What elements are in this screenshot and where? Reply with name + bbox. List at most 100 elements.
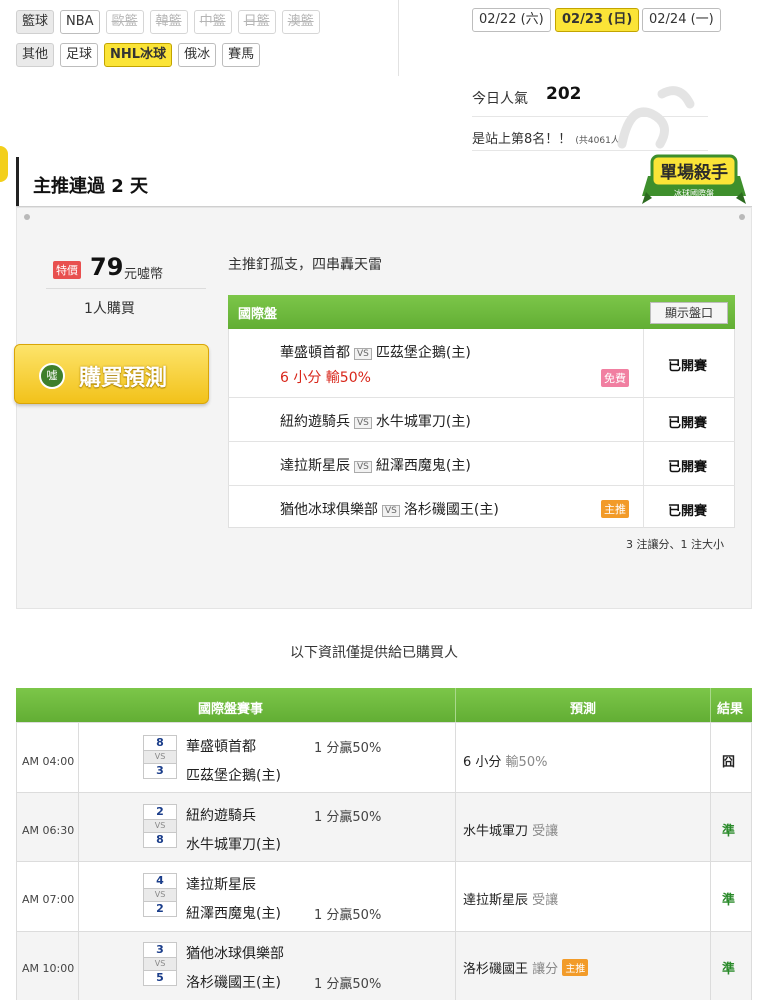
nav-item-horse-racing[interactable]: 賽馬 (222, 43, 261, 67)
header-divider (398, 0, 399, 76)
main-pick-badge: 主推 (562, 959, 589, 976)
odds-result: 1 分贏50% (314, 741, 382, 756)
home-team: 匹茲堡企鵝(主) (186, 768, 281, 784)
show-odds-button[interactable]: 顯示盤口 (650, 302, 728, 324)
away-score: 3 (143, 942, 177, 958)
score-box: 8 VS 3 (143, 735, 177, 779)
section-marker (0, 146, 8, 182)
nav-item-australia-basketball: 澳籃 (281, 10, 320, 34)
price-divider (46, 288, 206, 289)
home-score: 5 (143, 970, 177, 986)
prediction: 水牛城軍刀 受讓 (463, 824, 559, 839)
score-box: 3 VS 5 (143, 942, 177, 986)
panel-rivet-right (739, 214, 745, 220)
popularity-label: 今日人氣 (472, 91, 528, 107)
match-time: AM 07:00 (22, 893, 75, 906)
vs-icon: VS (354, 417, 372, 429)
away-team: 紐約遊騎兵 (186, 808, 256, 824)
nav-row-other: 其他 足球 NHL冰球 俄冰 賽馬 (16, 43, 261, 67)
vs-icon: VS (143, 889, 177, 901)
table-row (16, 861, 752, 932)
pick-row-divider (228, 485, 735, 486)
pick-status: 已開賽 (668, 504, 708, 519)
odds-result: 1 分贏50% (314, 977, 382, 992)
vs-icon: VS (354, 348, 372, 360)
table-row (16, 931, 752, 1000)
table-row (16, 792, 752, 862)
date-button-0223[interactable]: 02/23 (日) (555, 8, 640, 32)
header-divider (710, 688, 711, 722)
buyers-only-note: 以下資訊僅提供給已購買人 (290, 645, 458, 661)
nav-category-basketball: 籃球 (16, 10, 55, 34)
date-button-0224[interactable]: 02/24 (一) (642, 8, 721, 32)
pick-note: 6 小分 輸50% (280, 370, 371, 386)
away-team: 達拉斯星辰 (186, 877, 256, 893)
away-score: 4 (143, 873, 177, 889)
pick-list-title: 國際盤 (238, 307, 278, 322)
match-time: AM 10:00 (22, 962, 75, 975)
nav-item-euro-basketball: 歐籃 (105, 10, 144, 34)
vs-icon: VS (143, 820, 177, 832)
home-score: 2 (143, 901, 177, 917)
nav-row-basketball: 籃球 NBA 歐籃 韓籃 中籃 日籃 澳籃 (16, 10, 320, 34)
pick-item: 達拉斯星辰 VS 紐澤西魔鬼(主) (280, 458, 471, 474)
match-time: AM 06:30 (22, 824, 75, 837)
match-time: AM 04:00 (22, 755, 75, 768)
buyer-count: 1人購買 (84, 301, 135, 317)
prediction: 達拉斯星辰 受讓 (463, 893, 559, 908)
buy-prediction-button[interactable]: 噓 購買預測 (14, 344, 209, 404)
away-team: 華盛頓首都 (186, 739, 256, 755)
coin-icon: 噓 (39, 363, 65, 389)
column-divider (78, 722, 79, 1000)
result-win: 準 (722, 824, 736, 839)
score-box: 2 VS 8 (143, 804, 177, 848)
vs-icon: VS (354, 461, 372, 473)
results-table-header (16, 688, 752, 722)
nav-item-japan-basketball: 日籃 (237, 10, 276, 34)
column-divider (455, 722, 456, 1000)
results-header-result: 結果 (717, 702, 744, 717)
pick-column-divider (643, 329, 644, 528)
pick-slogan: 主推釘孤支，四串轟天雷 (228, 257, 382, 273)
results-header-prediction: 預測 (570, 702, 597, 717)
prediction: 6 小分 輸50% (463, 755, 548, 770)
nav-item-soccer[interactable]: 足球 (60, 43, 99, 67)
result-win: 準 (722, 893, 736, 908)
badge-title: 單場殺手 (660, 162, 728, 183)
main-pick-badge: 主推 (601, 500, 629, 518)
nav-item-russian-hockey[interactable]: 俄冰 (178, 43, 217, 67)
price-value: 79 (90, 253, 124, 281)
special-price-badge: 特價 (53, 261, 81, 279)
home-score: 8 (143, 832, 177, 848)
vs-icon: VS (143, 751, 177, 763)
nav-category-other: 其他 (16, 43, 55, 67)
nav-item-korea-basketball: 韓籃 (149, 10, 188, 34)
home-team: 洛杉磯國王(主) (186, 975, 281, 991)
away-score: 8 (143, 735, 177, 751)
away-score: 2 (143, 804, 177, 820)
date-button-0222[interactable]: 02/22 (六) (472, 8, 551, 32)
score-box: 4 VS 2 (143, 873, 177, 917)
panel-rivet-left (24, 214, 30, 220)
pick-item: 紐約遊騎兵 VS 水牛城軍刀(主) (280, 414, 471, 430)
vs-icon: VS (143, 958, 177, 970)
result-lose: 囧 (722, 755, 736, 770)
away-team: 猶他冰球俱樂部 (186, 946, 284, 962)
nav-item-nhl[interactable]: NHL冰球 (104, 43, 173, 67)
free-badge: 免費 (601, 369, 629, 387)
pick-item: 猶他冰球俱樂部 VS 洛杉磯國王(主) (280, 502, 499, 518)
nav-item-china-basketball: 中籃 (193, 10, 232, 34)
price-unit: 元噓幣 (124, 267, 164, 282)
vs-icon: VS (382, 505, 400, 517)
popularity-value: 202 (546, 84, 582, 104)
results-header-match: 國際盤賽事 (198, 702, 264, 717)
badge-subtitle: 冰球國際盤 (674, 188, 714, 198)
section-title: 主推連過 2 天 (33, 176, 149, 197)
home-team: 水牛城軍刀(主) (186, 837, 281, 853)
rank-text: 是站上第8名！！ (共4061人) (472, 132, 624, 147)
nav-item-nba[interactable]: NBA (60, 10, 100, 34)
odds-result: 1 分贏50% (314, 810, 382, 825)
table-row (16, 722, 752, 793)
mascot-watermark-icon (617, 86, 695, 149)
pick-row-divider (228, 397, 735, 398)
